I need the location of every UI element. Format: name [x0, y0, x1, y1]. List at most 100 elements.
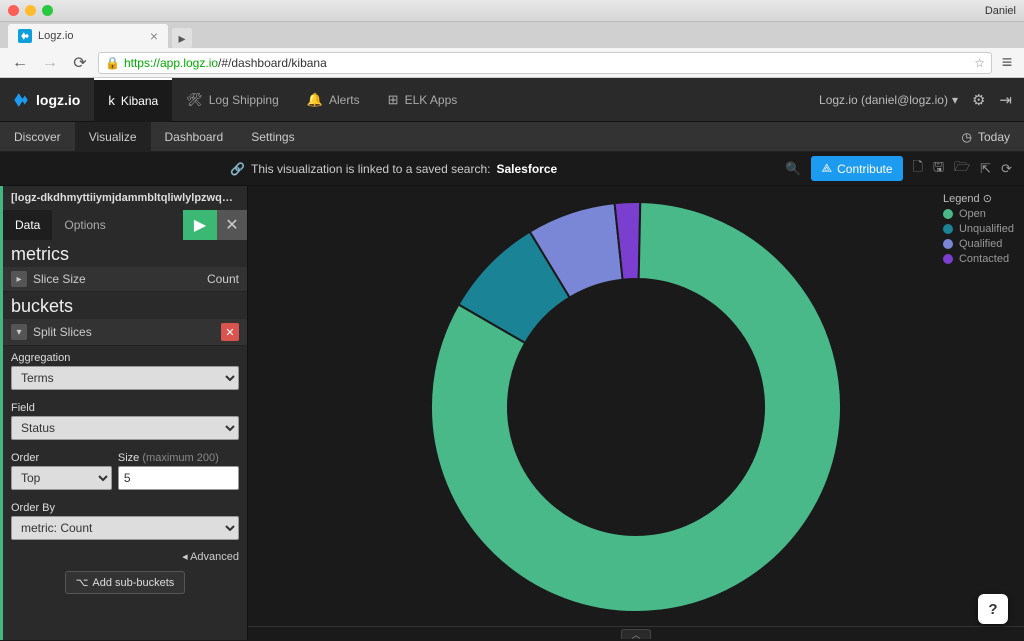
index-pattern-label[interactable]: [logz-dkdhmyttiiymjdammbltqliwlylpzwqb-]…	[3, 186, 247, 210]
legend-swatch	[943, 254, 953, 264]
url-host: app.logz.io	[160, 56, 218, 70]
advanced-toggle[interactable]: ◂ Advanced	[3, 546, 247, 567]
chevron-up-icon: ︿	[621, 629, 651, 639]
logo-text: logz.io	[36, 92, 80, 108]
metric-row-slice-size[interactable]: ▸ Slice Size Count	[3, 267, 247, 292]
legend-swatch	[943, 224, 953, 234]
legend-label: Open	[959, 208, 986, 220]
banner-search-name[interactable]: Salesforce	[496, 162, 557, 176]
bell-icon: 🔔	[307, 92, 323, 108]
subnav-settings[interactable]: Settings	[237, 122, 308, 152]
chevron-down-icon: ▾	[952, 93, 958, 107]
share-icon[interactable]: ⇱	[980, 161, 991, 177]
banner-message: This visualization is linked to a saved …	[251, 162, 490, 176]
save-icon[interactable]: 🖫	[933, 158, 944, 180]
contribute-button[interactable]: ⟁Contribute	[811, 156, 902, 181]
aggregation-select[interactable]: Terms	[11, 366, 239, 390]
legend-swatch	[943, 239, 953, 249]
field-select[interactable]: Status	[11, 416, 239, 440]
user-menu[interactable]: Logz.io (daniel@logz.io) ▾	[819, 93, 958, 107]
open-icon[interactable]: 🗁	[954, 158, 970, 180]
new-tab-button[interactable]: ▸	[172, 28, 192, 48]
chart-legend: Legend ⊙ Open Unqualified Qualified Contact…	[943, 192, 1014, 268]
browser-tab[interactable]: Logz.io ×	[8, 24, 168, 48]
add-sub-buckets-button[interactable]: ⌥Add sub-buckets	[65, 571, 186, 594]
panel-resize-handle[interactable]: ︿	[248, 626, 1024, 640]
panel-tab-data[interactable]: Data	[3, 210, 52, 240]
topnav-log-shipping[interactable]: 🛠Log Shipping	[172, 78, 293, 122]
kibana-subnav: Discover Visualize Dashboard Settings ◷ …	[0, 122, 1024, 152]
browser-tab-title: Logz.io	[38, 30, 73, 42]
apply-changes-button[interactable]: ▶	[183, 210, 217, 240]
legend-label: Unqualified	[959, 223, 1014, 235]
apps-icon: ⊞	[388, 92, 399, 108]
bucket-row-split-slices[interactable]: ▾ Split Slices ✕	[3, 319, 247, 346]
panel-tab-options[interactable]: Options	[52, 210, 117, 240]
legend-item[interactable]: Contacted	[943, 253, 1014, 265]
mac-minimize-icon[interactable]	[25, 5, 36, 16]
address-bar[interactable]: 🔒 https://app.logz.io/#/dashboard/kibana…	[98, 52, 992, 74]
mac-user-label: Daniel	[985, 5, 1016, 17]
size-label: Size (maximum 200)	[118, 452, 239, 464]
legend-item[interactable]: Open	[943, 208, 1014, 220]
subnav-visualize[interactable]: Visualize	[75, 122, 151, 152]
branch-icon: ⌥	[76, 576, 89, 589]
clock-icon: ◷	[961, 130, 971, 144]
url-scheme: https://	[124, 56, 160, 70]
tab-close-icon[interactable]: ×	[150, 28, 158, 44]
search-icon[interactable]: 🔍	[785, 161, 801, 177]
legend-title[interactable]: Legend ⊙	[943, 192, 1014, 205]
back-button[interactable]: ←	[8, 51, 32, 75]
orderby-label: Order By	[11, 502, 239, 514]
favicon-icon	[18, 29, 32, 43]
metric-count-label: Count	[207, 272, 239, 286]
topnav-kibana[interactable]: kKibana	[94, 78, 172, 122]
settings-icon[interactable]: ⚙	[972, 91, 985, 109]
remove-bucket-button[interactable]: ✕	[221, 323, 239, 341]
subnav-dashboard[interactable]: Dashboard	[151, 122, 238, 152]
refresh-icon[interactable]: ⟳	[1001, 161, 1012, 177]
chevron-right-icon: ▸	[11, 271, 27, 287]
field-label: Field	[11, 402, 239, 414]
help-button[interactable]: ?	[978, 594, 1008, 624]
chevron-down-icon: ▾	[11, 324, 27, 340]
browser-tab-strip: Logz.io × ▸	[0, 22, 1024, 48]
legend-item[interactable]: Qualified	[943, 238, 1014, 250]
discard-changes-button[interactable]: ✕	[217, 210, 247, 240]
legend-label: Qualified	[959, 238, 1002, 250]
legend-label: Contacted	[959, 253, 1009, 265]
linked-search-banner: 🔗 This visualization is linked to a save…	[0, 152, 1024, 186]
contribute-icon: ⟁	[821, 161, 832, 176]
buckets-header: buckets	[3, 292, 247, 319]
size-input[interactable]	[118, 466, 239, 490]
mac-close-icon[interactable]	[8, 5, 19, 16]
mac-titlebar: Daniel	[0, 0, 1024, 22]
kibana-icon: k	[108, 93, 115, 108]
login-icon[interactable]: ⇥	[999, 91, 1012, 109]
donut-chart[interactable]	[421, 192, 851, 622]
tools-icon: 🛠	[186, 92, 203, 108]
reload-button[interactable]: ⟳	[68, 51, 92, 75]
order-select[interactable]: Top	[11, 466, 112, 490]
legend-swatch	[943, 209, 953, 219]
new-icon[interactable]: 🗋	[913, 158, 923, 180]
topnav-alerts[interactable]: 🔔Alerts	[293, 78, 374, 122]
time-picker[interactable]: Today	[978, 130, 1010, 144]
order-label: Order	[11, 452, 112, 464]
lock-icon: 🔒	[105, 56, 120, 70]
url-path: /#/dashboard/kibana	[218, 56, 327, 70]
legend-item[interactable]: Unqualified	[943, 223, 1014, 235]
mac-zoom-icon[interactable]	[42, 5, 53, 16]
bookmark-icon[interactable]: ☆	[974, 56, 985, 70]
top-nav: kKibana 🛠Log Shipping 🔔Alerts ⊞ELK Apps	[94, 78, 471, 122]
app-logo[interactable]: logz.io	[12, 91, 80, 109]
topnav-elk-apps[interactable]: ⊞ELK Apps	[374, 78, 472, 122]
app-topbar: logz.io kKibana 🛠Log Shipping 🔔Alerts ⊞E…	[0, 78, 1024, 122]
aggregation-label: Aggregation	[11, 352, 239, 364]
browser-menu-icon[interactable]: ≡	[998, 52, 1016, 73]
main-area: [logz-dkdhmyttiiymjdammbltqliwlylpzwqb-]…	[0, 186, 1024, 640]
subnav-discover[interactable]: Discover	[0, 122, 75, 152]
forward-button[interactable]: →	[38, 51, 62, 75]
orderby-select[interactable]: metric: Count	[11, 516, 239, 540]
browser-toolbar: ← → ⟳ 🔒 https://app.logz.io/#/dashboard/…	[0, 48, 1024, 78]
